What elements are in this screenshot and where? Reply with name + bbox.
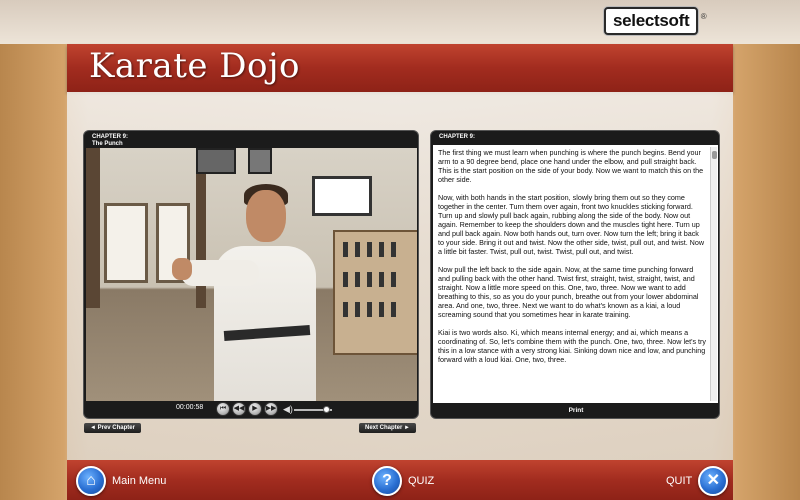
name-plaque: [391, 272, 396, 287]
name-plaque: [343, 242, 348, 257]
video-chapter-label: CHAPTER 9:: [92, 134, 129, 140]
name-plaque: [391, 242, 396, 257]
calligraphy-scroll: [312, 176, 372, 216]
instructor-head: [246, 190, 286, 242]
main-menu-button[interactable]: ⌂ Main Menu: [76, 466, 172, 496]
transcript-scrollbar[interactable]: [710, 147, 717, 401]
help-icon[interactable]: ?: [372, 466, 402, 496]
quit-button[interactable]: QUIT ✕: [660, 466, 729, 496]
prev-chapter-button[interactable]: ◄ Prev Chapter: [84, 423, 141, 433]
quiz-button[interactable]: ? QUIZ: [372, 466, 440, 496]
registered-mark: ®: [700, 12, 707, 21]
page-title: Karate Dojo: [89, 46, 301, 86]
transcript-paragraph: Kiai is two words also. Ki, which means …: [438, 328, 707, 364]
close-icon[interactable]: ✕: [698, 466, 729, 496]
name-plaque: [367, 242, 372, 257]
instructor-arm: [181, 260, 259, 286]
instructor-fist: [172, 258, 192, 280]
name-plaque: [355, 302, 360, 317]
print-button[interactable]: Print: [431, 405, 721, 417]
quit-label[interactable]: QUIT: [666, 475, 692, 487]
video-panel: CHAPTER 9: The Punch 00:00:58 ⏮ ◀◀ ▶ ▶▶ …: [83, 130, 419, 419]
video-chapter-title: The Punch: [92, 141, 123, 147]
video-chapter-heading: CHAPTER 9: The Punch: [92, 134, 128, 148]
next-chapter-button[interactable]: Next Chapter ►: [359, 423, 416, 433]
name-plaque: [367, 272, 372, 287]
name-plaque: [391, 302, 396, 317]
wall-picture: [196, 148, 236, 174]
name-plaque: [379, 302, 384, 317]
name-plaque: [379, 272, 384, 287]
player-controls: 00:00:58 ⏮ ◀◀ ▶ ▶▶ ◀): [86, 401, 417, 418]
name-plaque: [355, 272, 360, 287]
name-plaque: [379, 242, 384, 257]
home-icon[interactable]: ⌂: [76, 466, 106, 496]
step-back-icon[interactable]: ◀◀: [232, 402, 246, 416]
dojo-pillar: [86, 148, 100, 308]
volume-slider-handle[interactable]: [322, 406, 330, 413]
play-icon[interactable]: ▶: [248, 402, 262, 416]
brand-logo: selectsoft ®: [604, 7, 707, 35]
wall-picture: [248, 148, 272, 174]
name-plaque: [367, 302, 372, 317]
name-plaque: [343, 302, 348, 317]
step-forward-icon[interactable]: ▶▶: [264, 402, 278, 416]
transcript-paragraph: Now pull the left back to the side again…: [438, 265, 699, 319]
transcript-panel: CHAPTER 9: The first thing we must learn…: [430, 130, 720, 419]
transcript-text[interactable]: The first thing we must learn when punch…: [433, 145, 718, 403]
name-plaque: [343, 272, 348, 287]
name-plaque: [355, 242, 360, 257]
quiz-label[interactable]: QUIZ: [408, 475, 434, 487]
rewind-icon[interactable]: ⏮: [216, 402, 230, 416]
playback-time: 00:00:58: [176, 404, 204, 411]
main-menu-label[interactable]: Main Menu: [112, 475, 166, 487]
brand-logo-text: selectsoft: [613, 11, 690, 30]
dojo-window: [104, 203, 148, 283]
video-player[interactable]: [86, 148, 417, 401]
scrollbar-thumb[interactable]: [712, 151, 717, 159]
name-board: [333, 230, 417, 355]
transcript-chapter-label: CHAPTER 9:: [439, 134, 476, 140]
title-banner: Karate Dojo: [67, 44, 733, 92]
transcript-paragraph: The first thing we must learn when punch…: [438, 148, 704, 184]
volume-icon[interactable]: ◀): [283, 404, 293, 414]
transcript-paragraph: Now, with both hands in the start positi…: [438, 193, 705, 256]
